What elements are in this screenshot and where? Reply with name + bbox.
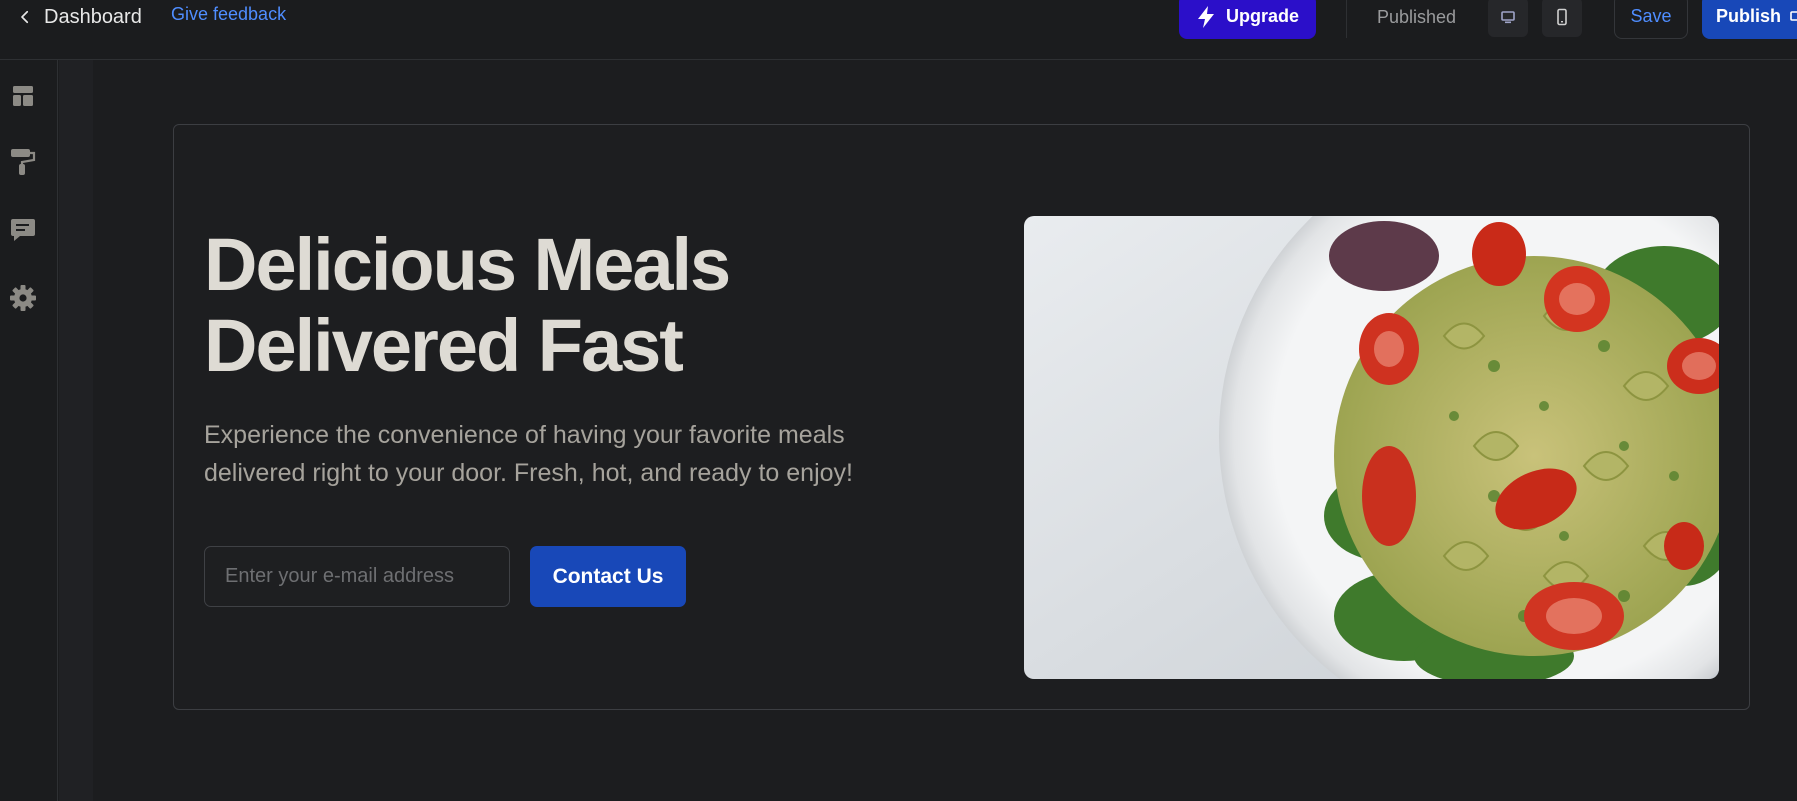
mobile-icon bbox=[1557, 8, 1567, 26]
paint-roller-icon bbox=[11, 149, 36, 175]
header-divider bbox=[1346, 0, 1347, 38]
headline-line-1: Delicious Meals bbox=[204, 223, 731, 306]
back-to-dashboard-button[interactable]: Dashboard bbox=[16, 2, 142, 32]
sidebar-item-style[interactable] bbox=[9, 148, 37, 176]
publish-status: Published bbox=[1377, 7, 1457, 27]
sidebar-item-comments[interactable] bbox=[9, 216, 37, 244]
save-button[interactable]: Save bbox=[1614, 0, 1688, 39]
save-label: Save bbox=[1630, 6, 1672, 26]
hero-headline: Delicious Meals Delivered Fast bbox=[204, 224, 904, 386]
hero-food-image bbox=[1024, 216, 1719, 679]
layout-icon bbox=[13, 86, 33, 106]
gear-icon bbox=[10, 285, 36, 311]
lightning-icon bbox=[1197, 5, 1214, 28]
comment-icon bbox=[11, 219, 35, 241]
desktop-icon bbox=[1501, 11, 1515, 24]
sidebar-item-layout[interactable] bbox=[9, 82, 37, 110]
desktop-view-button[interactable] bbox=[1488, 0, 1528, 37]
top-bar: Dashboard Give feedback Upgrade Publishe… bbox=[0, 0, 1797, 60]
mobile-view-button[interactable] bbox=[1542, 0, 1582, 37]
email-input[interactable] bbox=[204, 546, 510, 607]
pasta-salad-illustration bbox=[1024, 216, 1719, 679]
give-feedback-link[interactable]: Give feedback bbox=[171, 4, 286, 25]
sidebar-item-settings[interactable] bbox=[9, 284, 37, 312]
upgrade-button[interactable]: Upgrade bbox=[1179, 0, 1316, 39]
publish-device-icon bbox=[1790, 10, 1797, 21]
publish-button[interactable]: Publish bbox=[1702, 0, 1797, 39]
back-label: Dashboard bbox=[44, 5, 142, 28]
headline-line-2: Delivered Fast bbox=[204, 304, 684, 387]
upgrade-label: Upgrade bbox=[1225, 6, 1299, 26]
chevron-left-icon bbox=[21, 10, 29, 24]
publish-label: Publish bbox=[1716, 6, 1782, 26]
hero-subtitle: Experience the convenience of having you… bbox=[204, 421, 853, 487]
editor-sidebar bbox=[0, 60, 58, 801]
canvas-gutter bbox=[59, 60, 93, 801]
contact-us-button[interactable]: Contact Us bbox=[530, 546, 686, 607]
